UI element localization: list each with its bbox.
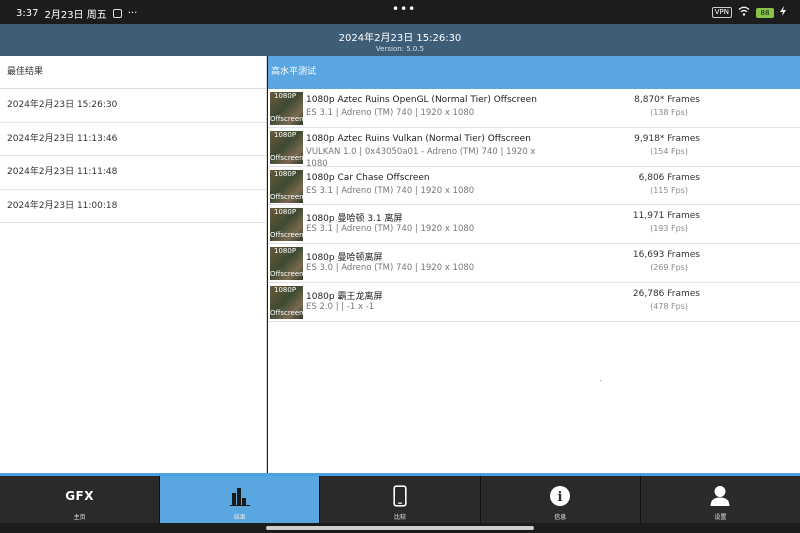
test-result-row[interactable]: 1080P Offscreen 1080p 曼哈顿离屏 ES 3.0 | Adr… bbox=[268, 244, 800, 283]
test-name: 1080p Aztec Ruins OpenGL (Normal Tier) O… bbox=[306, 95, 537, 105]
best-results-heading: 最佳结果 bbox=[0, 56, 266, 89]
test-fps: (115 Fps) bbox=[650, 185, 688, 195]
test-result-row[interactable]: 1080P Offscreen 1080p Aztec Ruins Vulkan… bbox=[268, 128, 800, 169]
history-item[interactable]: 2024年2月23日 11:13:46 bbox=[0, 123, 266, 156]
phone-icon bbox=[388, 485, 412, 507]
wifi-icon bbox=[738, 6, 750, 19]
test-result-row[interactable]: 1080P Offscreen 1080p Aztec Ruins OpenGL… bbox=[268, 89, 800, 128]
result-title: 2024年2月23日 15:26:30 bbox=[338, 33, 462, 44]
tab-label: 结果 bbox=[233, 514, 246, 521]
tab-home[interactable]: GFX 主页 bbox=[0, 476, 161, 523]
gfx-logo-icon: GFX bbox=[65, 489, 94, 503]
test-score: 16,693 Frames bbox=[632, 250, 700, 261]
home-indicator[interactable] bbox=[266, 526, 534, 530]
test-score: 9,918* Frames bbox=[634, 133, 700, 144]
test-thumbnail: 1080P Offscreen bbox=[270, 92, 303, 125]
test-fps: (478 Fps) bbox=[650, 301, 688, 311]
test-details: ES 2.0 | | -1 x -1 bbox=[306, 301, 375, 312]
user-icon bbox=[708, 485, 732, 507]
history-item[interactable]: 2024年2月23日 11:11:48 bbox=[0, 156, 266, 190]
test-fps: (154 Fps) bbox=[650, 146, 688, 156]
test-details: ES 3.1 | Adreno (TM) 740 | 1920 x 1080 bbox=[306, 108, 475, 118]
test-thumbnail: 1080P Offscreen bbox=[270, 208, 303, 242]
test-results-panel: 高水平测试 1080P Offscreen 1080p Aztec Ruins … bbox=[268, 56, 800, 473]
stray-pixel bbox=[600, 380, 601, 381]
test-thumbnail: 1080P Offscreen bbox=[270, 169, 303, 203]
test-fps: (138 Fps) bbox=[650, 108, 688, 117]
multitask-dots[interactable]: ••• bbox=[392, 2, 416, 16]
tab-results[interactable]: 结果 bbox=[160, 476, 321, 523]
status-time: 3:37 bbox=[16, 8, 39, 19]
test-score: 11,971 Frames bbox=[632, 211, 700, 222]
bottom-tab-bar: GFX 主页 结果 比较 i 信息 设置 bbox=[0, 473, 800, 523]
test-fps: (269 Fps) bbox=[650, 263, 688, 273]
notification-icon bbox=[112, 9, 122, 18]
test-score: 8,870* Frames bbox=[634, 95, 700, 105]
result-header: 2024年2月23日 15:26:30 Version: 5.0.5 bbox=[0, 24, 800, 56]
more-icon: ··· bbox=[127, 8, 138, 19]
test-details: ES 3.1 | Adreno (TM) 740 | 1920 x 1080 bbox=[306, 224, 475, 235]
status-bar: 3:37 2月23日 周五 ··· ••• VPN 88 bbox=[0, 0, 800, 24]
test-fps: (193 Fps) bbox=[650, 224, 688, 234]
test-details: ES 3.1 | Adreno (TM) 740 | 1920 x 1080 bbox=[306, 185, 475, 196]
battery-icon: 88 bbox=[756, 7, 774, 18]
history-item[interactable]: 2024年2月23日 11:00:18 bbox=[0, 190, 266, 223]
test-score: 6,806 Frames bbox=[638, 172, 700, 183]
test-score: 26,786 Frames bbox=[632, 288, 700, 299]
test-details: ES 3.0 | Adreno (TM) 740 | 1920 x 1080 bbox=[306, 263, 475, 274]
tab-label: 主页 bbox=[73, 514, 86, 521]
test-thumbnail: 1080P Offscreen bbox=[270, 247, 303, 281]
high-level-tests-heading: 高水平测试 bbox=[268, 56, 800, 89]
history-item[interactable]: 2024年2月23日 15:26:30 bbox=[0, 89, 266, 123]
info-icon: i bbox=[548, 485, 572, 507]
app-version: Version: 5.0.5 bbox=[375, 45, 425, 53]
tab-label: 设置 bbox=[714, 514, 727, 521]
test-result-row[interactable]: 1080P Offscreen 1080p Car Chase Offscree… bbox=[268, 167, 800, 206]
tab-settings[interactable]: 设置 bbox=[641, 476, 800, 523]
charging-icon bbox=[780, 6, 786, 19]
tab-label: 比较 bbox=[394, 514, 407, 521]
status-date: 2月23日 周五 bbox=[44, 10, 107, 21]
bar-chart-icon bbox=[228, 485, 252, 507]
tab-label: 信息 bbox=[554, 514, 567, 521]
vpn-icon: VPN bbox=[711, 7, 732, 18]
tab-compare[interactable]: 比较 bbox=[320, 476, 481, 523]
test-thumbnail: 1080P Offscreen bbox=[270, 285, 303, 319]
results-history-panel: 最佳结果 2024年2月23日 15:26:30 2024年2月23日 11:1… bbox=[0, 56, 267, 473]
svg-text:i: i bbox=[558, 490, 563, 505]
tab-info[interactable]: i 信息 bbox=[481, 476, 641, 523]
test-name: 1080p Car Chase Offscreen bbox=[306, 172, 430, 183]
test-name: 1080p Aztec Ruins Vulkan (Normal Tier) O… bbox=[306, 133, 531, 144]
test-result-row[interactable]: 1080P Offscreen 1080p 霸王龙离屏 ES 2.0 | | -… bbox=[268, 283, 800, 322]
test-thumbnail: 1080P Offscreen bbox=[270, 130, 303, 164]
test-result-row[interactable]: 1080P Offscreen 1080p 曼哈顿 3.1 离屏 ES 3.1 … bbox=[268, 205, 800, 245]
